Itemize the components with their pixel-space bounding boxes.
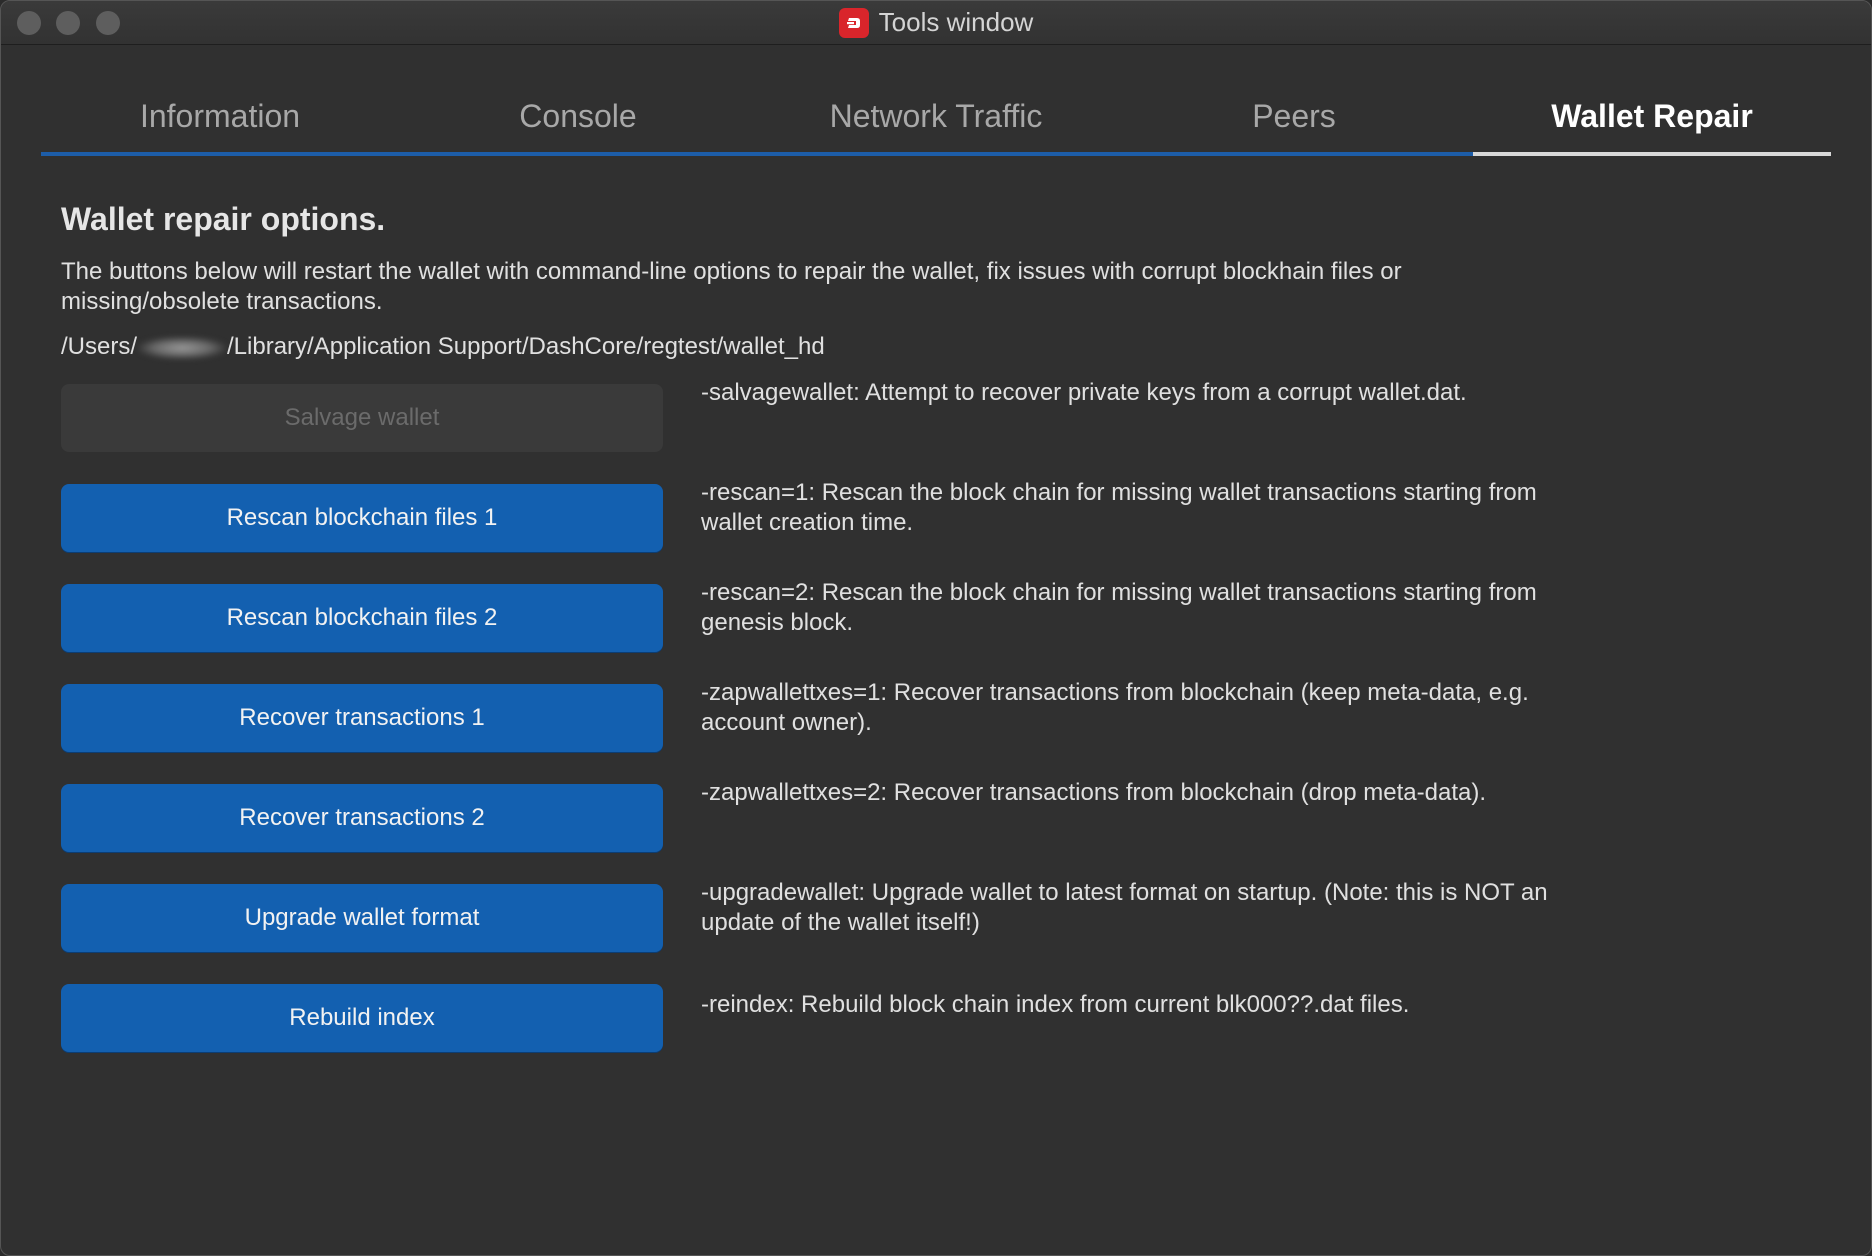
repair-option-row: Recover transactions 2 -zapwallettxes=2:… [61, 779, 1561, 884]
repair-option-row: Upgrade wallet format -upgradewallet: Up… [61, 879, 1561, 984]
wallet-path-suffix: /Library/Application Support/DashCore/re… [227, 333, 825, 360]
recover-transactions-2-help: -zapwallettxes=2: Recover transactions f… [701, 779, 1487, 806]
rescan-blockchain-2-button[interactable]: Rescan blockchain files 2 [61, 584, 663, 652]
tab-information[interactable]: Information [41, 81, 399, 156]
rescan-blockchain-1-button[interactable]: Rescan blockchain files 1 [61, 484, 663, 552]
rebuild-index-button[interactable]: Rebuild index [61, 984, 663, 1052]
salvage-wallet-button: Salvage wallet [61, 384, 663, 452]
tab-bar: Information Console Network Traffic Peer… [41, 81, 1831, 156]
dash-logo-icon [838, 7, 869, 38]
repair-options-list: Salvage wallet -salvagewallet: Attempt t… [61, 379, 1561, 1084]
rescan-blockchain-2-help: -rescan=2: Rescan the block chain for mi… [701, 579, 1537, 636]
repair-description: The buttons below will restart the walle… [61, 258, 1402, 315]
window-title: Tools window [878, 7, 1034, 37]
rescan-blockchain-1-help: -rescan=1: Rescan the block chain for mi… [701, 479, 1537, 536]
upgrade-wallet-format-button[interactable]: Upgrade wallet format [61, 884, 663, 952]
repair-option-row: Rescan blockchain files 2 -rescan=2: Res… [61, 579, 1561, 684]
page-title: Wallet repair options. [61, 201, 386, 237]
title-bar: Tools window [1, 1, 1871, 45]
recover-transactions-1-button[interactable]: Recover transactions 1 [61, 684, 663, 752]
salvage-wallet-help: -salvagewallet: Attempt to recover priva… [701, 379, 1467, 406]
tab-wallet-repair[interactable]: Wallet Repair [1473, 81, 1831, 156]
recover-transactions-2-button[interactable]: Recover transactions 2 [61, 784, 663, 852]
repair-option-row: Rebuild index -reindex: Rebuild block ch… [61, 984, 1561, 1084]
repair-option-row: Salvage wallet -salvagewallet: Attempt t… [61, 379, 1561, 484]
redacted-username [138, 336, 227, 359]
wallet-path: /Users/ /Library/Application Support/Dash… [61, 332, 825, 362]
repair-option-row: Recover transactions 1 -zapwallettxes=1:… [61, 679, 1561, 784]
upgrade-wallet-format-help: -upgradewallet: Upgrade wallet to latest… [701, 879, 1548, 936]
tab-console[interactable]: Console [399, 81, 757, 156]
repair-option-row: Rescan blockchain files 1 -rescan=1: Res… [61, 479, 1561, 584]
tab-peers[interactable]: Peers [1115, 81, 1473, 156]
title-group: Tools window [1, 1, 1871, 44]
recover-transactions-1-help: -zapwallettxes=1: Recover transactions f… [701, 679, 1529, 736]
tab-network-traffic[interactable]: Network Traffic [757, 81, 1115, 156]
tools-window: Tools window Information Console Network… [0, 0, 1872, 1256]
wallet-path-prefix: /Users/ [61, 333, 138, 360]
rebuild-index-help: -reindex: Rebuild block chain index from… [701, 991, 1410, 1018]
